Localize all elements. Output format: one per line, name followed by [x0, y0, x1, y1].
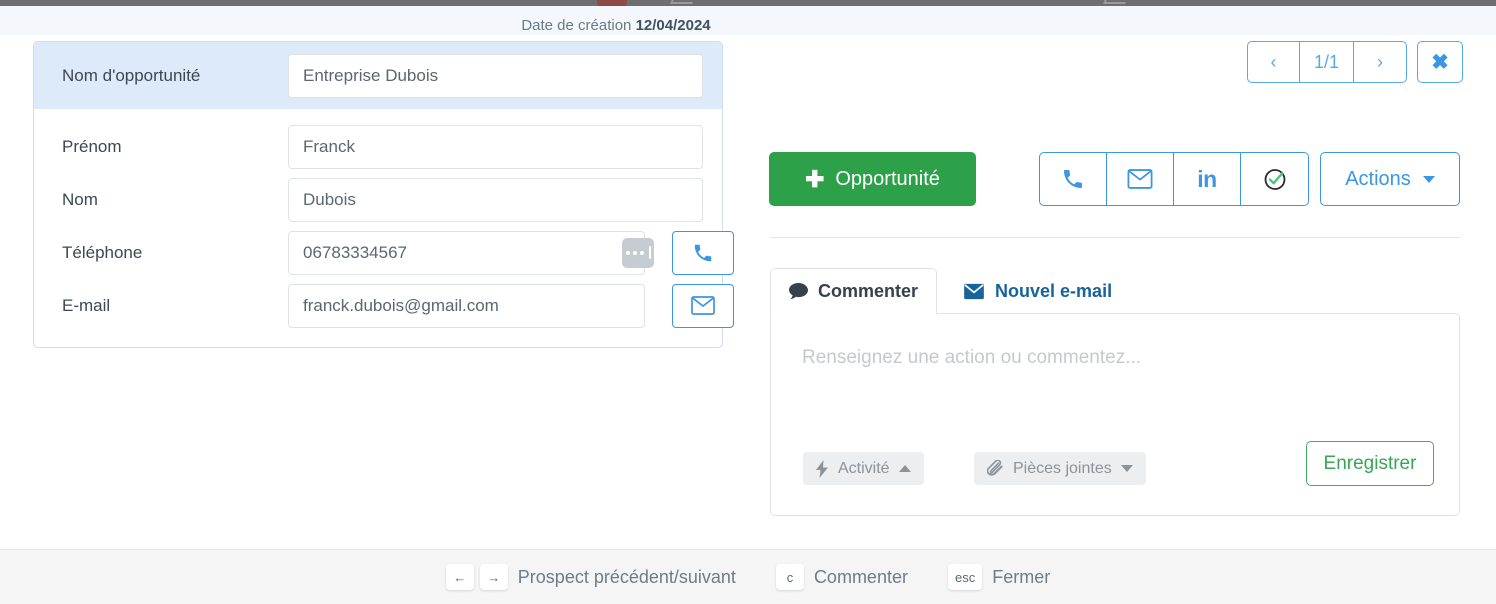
linkedin-icon: in: [1197, 165, 1217, 192]
opportunity-label: Nom d'opportunité: [62, 65, 201, 85]
chevron-down-icon: [1120, 465, 1133, 472]
shortcut-comment: c Commenter: [775, 564, 908, 590]
chevron-peek-icon: [1103, 0, 1129, 4]
linkedin-action-button[interactable]: in: [1174, 153, 1241, 205]
key-c[interactable]: c: [775, 564, 804, 590]
header-band: Date de création 12/04/2024: [0, 6, 1496, 35]
task-action-button[interactable]: [1241, 153, 1308, 205]
lightning-bolt-icon: [816, 459, 828, 478]
activity-label: Activité: [838, 459, 890, 477]
attachments-dropdown-button[interactable]: Pièces jointes: [974, 452, 1146, 485]
phone-reveal-button[interactable]: [622, 237, 654, 268]
contact-action-icons: in: [1039, 152, 1309, 206]
phone-label: Téléphone: [62, 242, 143, 262]
envelope-icon: [1127, 169, 1153, 189]
call-action-button[interactable]: [1040, 153, 1107, 205]
send-email-button[interactable]: [672, 283, 734, 328]
speech-bubble-icon: [789, 282, 808, 299]
creation-date-value: 12/04/2024: [635, 17, 711, 34]
call-phone-button[interactable]: [672, 230, 734, 275]
save-button[interactable]: Enregistrer: [1306, 441, 1434, 486]
key-right-arrow[interactable]: →: [479, 564, 508, 590]
attachments-label: Pièces jointes: [1013, 459, 1112, 477]
tab-nouvel-email-label: Nouvel e-mail: [995, 280, 1113, 301]
add-opportunity-label: Opportunité: [835, 167, 940, 190]
tab-nouvel-email[interactable]: Nouvel e-mail: [945, 268, 1130, 314]
close-button[interactable]: ✖: [1417, 41, 1463, 83]
section-divider: [770, 237, 1460, 238]
shortcut-navigate-label: Prospect précédent/suivant: [517, 566, 736, 587]
opportunity-input[interactable]: Entreprise Dubois: [288, 53, 703, 98]
paperclip-icon: [987, 459, 1003, 476]
shortcut-comment-label: Commenter: [813, 566, 908, 587]
field-row-lastname: Nom Dubois: [34, 173, 722, 226]
phone-icon: [694, 244, 712, 261]
chevron-down-icon: [1422, 175, 1435, 183]
activity-dropdown-button[interactable]: Activité: [803, 452, 924, 485]
actions-dropdown-button[interactable]: Actions: [1320, 152, 1460, 206]
lead-detail-panel: Date de création 12/04/2024 ‹ 1/1 › ✖ No…: [0, 0, 1496, 604]
field-row-email: E-mail franck.dubois@gmail.com: [34, 279, 734, 332]
comment-textarea-placeholder[interactable]: Renseignez une action ou commentez...: [802, 347, 1141, 369]
firstname-label: Prénom: [62, 136, 122, 156]
comment-composer[interactable]: Renseignez une action ou commentez... Ac…: [770, 313, 1460, 516]
comment-tabs: Commenter Nouvel e-mail: [770, 268, 1130, 314]
keyboard-shortcuts-footer: ← → Prospect précédent/suivant c Comment…: [0, 549, 1496, 604]
page-indicator: 1/1: [1300, 42, 1354, 82]
shortcut-close-label: Fermer: [992, 566, 1051, 587]
envelope-icon: [964, 283, 984, 299]
plus-icon: ✚: [805, 165, 825, 192]
key-esc[interactable]: esc: [947, 564, 983, 590]
actions-label: Actions: [1345, 167, 1411, 190]
email-label: E-mail: [62, 295, 111, 315]
email-action-button[interactable]: [1107, 153, 1174, 205]
shortcut-navigate: ← → Prospect précédent/suivant: [445, 564, 736, 590]
creation-date: Date de création 12/04/2024: [0, 17, 1232, 34]
pagination: ‹ 1/1 ›: [1247, 41, 1407, 83]
contact-form-card: Nom d'opportunité Entreprise Dubois Prén…: [33, 41, 734, 348]
firstname-input[interactable]: Franck: [288, 124, 703, 169]
envelope-icon: [691, 296, 715, 315]
add-opportunity-button[interactable]: ✚ Opportunité: [769, 152, 976, 206]
lastname-label: Nom: [62, 189, 98, 209]
email-input[interactable]: franck.dubois@gmail.com: [288, 283, 645, 328]
check-circle-icon: [1264, 169, 1285, 190]
creation-date-label: Date de création: [521, 17, 632, 34]
prev-page-button[interactable]: ‹: [1248, 42, 1300, 82]
lastname-input[interactable]: Dubois: [288, 177, 703, 222]
tab-commenter[interactable]: Commenter: [770, 268, 938, 314]
phone-input[interactable]: 06783334567: [288, 230, 645, 275]
tab-commenter-label: Commenter: [818, 280, 919, 301]
shortcut-close: esc Fermer: [947, 564, 1051, 590]
phone-icon: [1064, 170, 1082, 188]
chevron-up-icon: [898, 465, 911, 472]
field-row-phone: Téléphone 06783334567: [34, 226, 734, 279]
field-row-opportunity: Nom d'opportunité Entreprise Dubois: [34, 49, 722, 102]
next-page-button[interactable]: ›: [1354, 42, 1406, 82]
key-left-arrow[interactable]: ←: [445, 564, 474, 590]
chevron-peek-icon: [670, 0, 696, 4]
field-row-firstname: Prénom Franck: [34, 120, 722, 173]
